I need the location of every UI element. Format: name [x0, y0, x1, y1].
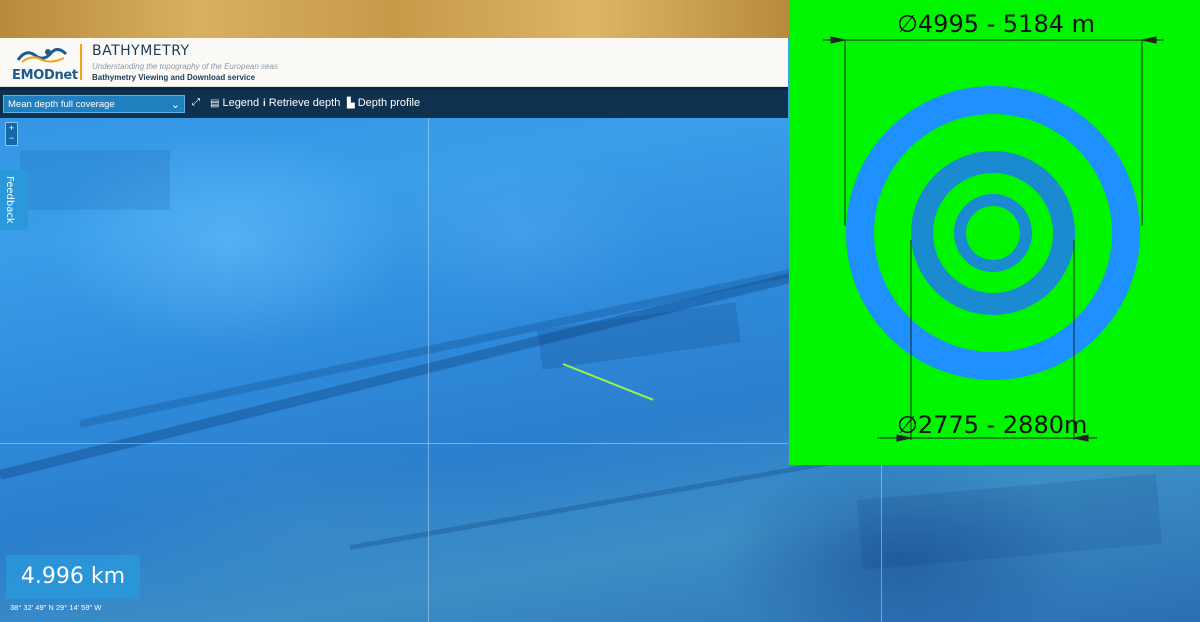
inner-diameter-label: ∅2775 - 2880m	[897, 411, 1087, 439]
layer-select[interactable]: Mean depth full coverage ⌄	[3, 95, 185, 113]
outer-diameter-label: ∅4995 - 5184 m	[897, 10, 1095, 38]
inner-ring	[954, 194, 1032, 272]
chart-icon: ▙	[347, 97, 355, 109]
app-subtitle: Understanding the topography of the Euro…	[92, 62, 278, 71]
middle-ring	[911, 151, 1075, 315]
retrieve-depth-button[interactable]: i Retrieve depth	[263, 97, 340, 109]
header-banner	[0, 0, 790, 38]
app-header: EMODnet BATHYMETRY Understanding the top…	[0, 38, 788, 87]
zoom-out-button[interactable]: −	[6, 133, 17, 143]
fullscreen-button[interactable]: ⤢	[192, 97, 200, 108]
wave-logo-icon	[16, 47, 68, 63]
diameter-symbol: ∅	[897, 10, 918, 38]
chevron-down-icon: ⌄	[170, 99, 180, 111]
ring-diagram	[823, 36, 1164, 442]
diameter-symbol: ∅	[897, 411, 918, 439]
zoom-control: + −	[5, 122, 18, 146]
scale-display: 4.996 km	[6, 555, 140, 599]
map-toolbar: Mean depth full coverage ⌄ ⤢ ▤ Legend i …	[0, 87, 788, 118]
legend-label: Legend	[222, 97, 260, 109]
depth-profile-label: Depth profile	[357, 97, 421, 109]
app-title: BATHYMETRY	[92, 43, 190, 59]
depth-profile-button[interactable]: ▙ Depth profile	[347, 97, 420, 109]
graticule-line	[0, 443, 788, 444]
inner-diameter-value: 2775 - 2880m	[917, 411, 1088, 439]
graticule-line	[428, 115, 429, 622]
feedback-tab[interactable]: Feedback	[0, 170, 28, 230]
logo-text: EMODnet	[12, 68, 78, 83]
service-name: Bathymetry Viewing and Download service	[92, 73, 256, 82]
retrieve-depth-label: Retrieve depth	[268, 97, 341, 109]
fullscreen-icon: ⤢	[192, 97, 200, 108]
cursor-coordinates: 38° 32' 49" N 29° 14' 59" W	[10, 603, 102, 612]
info-icon: i	[263, 97, 266, 109]
header-divider	[80, 44, 82, 80]
zoom-in-button[interactable]: +	[6, 123, 17, 133]
layer-select-value: Mean depth full coverage	[8, 99, 115, 110]
feedback-label: Feedback	[4, 176, 15, 224]
legend-button[interactable]: ▤ Legend	[210, 97, 259, 109]
legend-icon: ▤	[210, 97, 220, 109]
emodnet-logo[interactable]: EMODnet	[6, 42, 82, 84]
outer-diameter-value: 4995 - 5184 m	[917, 10, 1095, 38]
graticule-line	[881, 465, 882, 622]
ring-dimension-overlay: ∅4995 - 5184 m ∅2775 - 2880m	[789, 0, 1200, 465]
outer-ring	[846, 86, 1140, 380]
